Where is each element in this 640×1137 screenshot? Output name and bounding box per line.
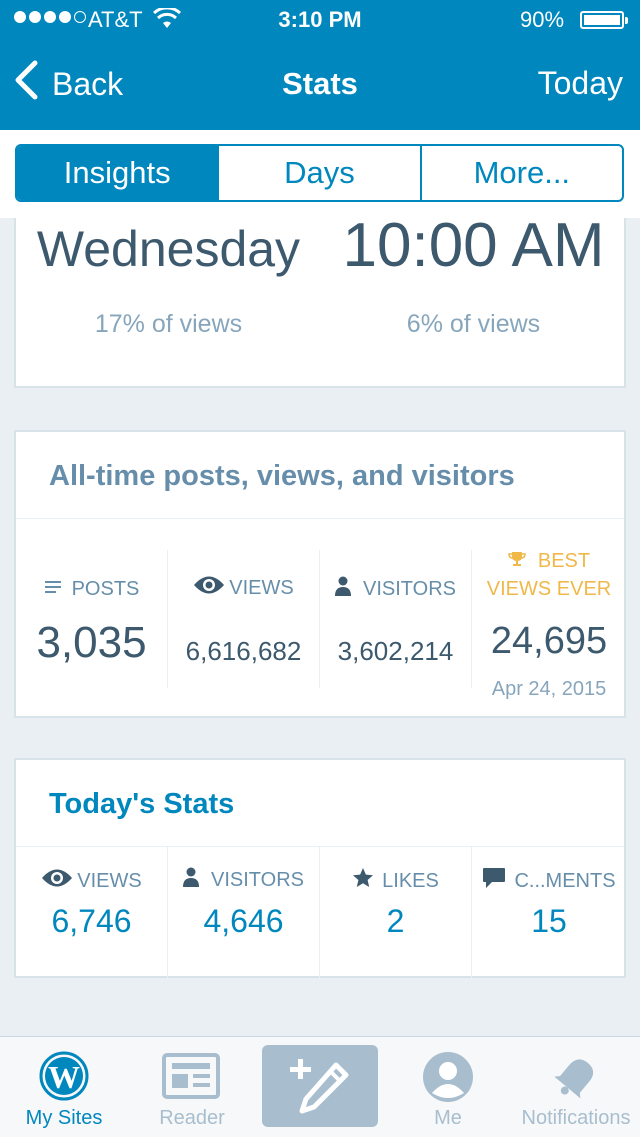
popular-day-percent: 17% of views (94, 310, 243, 338)
views-label: VIEWS (229, 576, 294, 599)
todays-stats-card: Today's Stats VIEWS 6,746 VISITORS 4,646… (14, 758, 626, 978)
posts-label: POSTS (71, 578, 140, 600)
visitors-header: VISITORS (320, 576, 471, 602)
visitors-value: 3,602,214 (337, 636, 454, 666)
popular-hour-percent: 6% of views (406, 310, 541, 338)
visitors-label: VISITORS (363, 577, 456, 600)
wordpress-logo-icon: W (39, 1051, 89, 1106)
today-likes-label: LIKES (382, 869, 439, 892)
comment-icon (482, 867, 506, 895)
best-label: BEST (537, 550, 591, 572)
views-value: 6,616,682 (185, 636, 302, 666)
all-time-card: All-time posts, views, and visitors POST… (14, 430, 626, 718)
popular-day: Wednesday (36, 221, 301, 277)
eye-icon (193, 574, 225, 602)
navigation-bar: AT&T 3:10 PM 90% Back Stats Today (0, 0, 640, 130)
all-time-title: All-time posts, views, and visitors (49, 460, 515, 492)
star-icon (352, 867, 374, 895)
tab-notifications[interactable]: Notifications (512, 1037, 640, 1137)
most-popular-card: Wednesday 17% of views 10:00 AM 6% of vi… (14, 211, 626, 388)
person-icon (335, 576, 351, 602)
best-views-date: Apr 24, 2015 (491, 678, 607, 700)
person-icon (183, 867, 199, 893)
bell-icon (552, 1051, 602, 1106)
today-visitors-cell[interactable]: VISITORS 4,646 (168, 847, 319, 978)
today-comments-cell[interactable]: C...MENTS 15 (472, 847, 626, 978)
avatar-icon (422, 1051, 474, 1108)
today-likes-value: 2 (386, 903, 405, 939)
status-bar: AT&T 3:10 PM 90% (0, 0, 640, 40)
new-post-pencil-icon (288, 1057, 352, 1120)
today-comments-value: 15 (531, 903, 567, 939)
svg-text:W: W (48, 1059, 80, 1095)
posts-header: POSTS (16, 578, 167, 601)
popular-hour: 10:00 AM (342, 211, 605, 280)
tab-reader-label: Reader (159, 1107, 225, 1129)
battery-icon (580, 11, 628, 29)
stats-period-segmented-control: Insights Days More... (15, 144, 624, 202)
best-views-header: BEST (472, 550, 626, 573)
tab-more[interactable]: More... (419, 146, 622, 200)
tab-insights[interactable]: Insights (17, 146, 218, 200)
tab-reader[interactable]: Reader (128, 1037, 256, 1137)
best-label-2: VIEWS EVER (486, 578, 612, 600)
today-comments-label: C...MENTS (514, 869, 616, 892)
tab-bar: W My Sites Reader Me Notifications (0, 1036, 640, 1137)
write-post-button[interactable] (262, 1045, 378, 1127)
tab-days[interactable]: Days (217, 146, 419, 200)
tab-me-label: Me (434, 1107, 462, 1129)
tab-me[interactable]: Me (384, 1037, 512, 1137)
tab-my-sites-label: My Sites (25, 1107, 103, 1129)
today-button[interactable]: Today (538, 65, 623, 102)
views-header: VIEWS (168, 574, 319, 602)
tab-notifications-label: Notifications (521, 1107, 631, 1129)
battery-percent: 90% (520, 7, 565, 32)
today-visitors-value: 4,646 (203, 903, 284, 939)
eye-icon (41, 867, 73, 895)
posts-value: 3,035 (36, 618, 147, 667)
posts-icon (44, 578, 62, 601)
todays-stats-title[interactable]: Today's Stats (49, 788, 234, 821)
best-views-value: 24,695 (490, 620, 608, 662)
reader-newspaper-icon (162, 1053, 220, 1104)
tab-my-sites[interactable]: W My Sites (0, 1037, 128, 1137)
today-views-value: 6,746 (51, 903, 132, 939)
today-views-cell[interactable]: VIEWS 6,746 (16, 847, 167, 978)
trophy-icon (508, 550, 526, 573)
today-likes-cell[interactable]: LIKES 2 (320, 847, 471, 978)
today-views-label: VIEWS (77, 869, 142, 892)
today-visitors-label: VISITORS (211, 868, 304, 891)
